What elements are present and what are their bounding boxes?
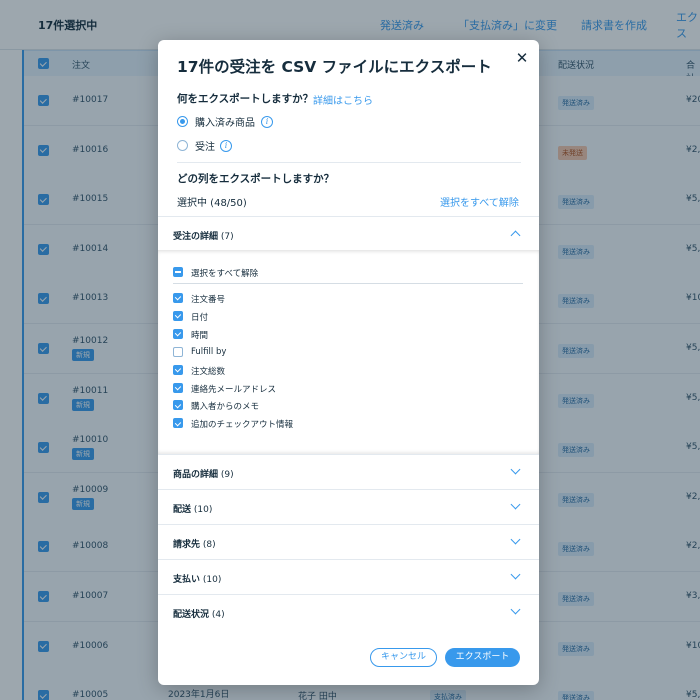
section-count: (10) [202,575,222,585]
section-count: (4) [211,610,225,620]
chevron-down-icon[interactable] [510,604,521,615]
section-label: 配送状況 (4) [173,607,225,620]
field-checkbox[interactable] [173,328,183,339]
section-title: 支払い [173,575,201,585]
section-title: 請求先 [173,540,201,550]
field-checkbox[interactable] [173,400,183,411]
field-checkbox[interactable] [173,346,183,357]
orders-page: 17件選択中 発送済み 「支払済み」に変更 請求書を作成 エクス 注文 配送状況… [0,0,700,700]
section-header[interactable]: 配送 (10) [158,489,539,524]
section-title: 商品の詳細 [173,470,219,480]
radio-purchased-items-label[interactable]: 購入済み商品 [195,114,255,129]
export-button[interactable]: エクスポート [445,648,520,667]
chevron-down-icon[interactable] [510,569,521,580]
field-label[interactable]: 注文総数 [191,365,225,377]
order-details-fields: 選択をすべて解除 注文番号日付時間 Fulfill by 注文総数連絡先メールアドレ… [158,250,539,454]
section-order-details-header[interactable]: 受注の詳細 (7) [158,216,539,251]
field-label[interactable]: 購入者からのメモ [191,400,259,412]
section-count: (10) [193,505,213,515]
export-csv-modal: 17件の受注を CSV ファイルにエクスポート ✕ 何をエクスポートしますか？ … [158,40,539,685]
section-header[interactable]: 支払い (10) [158,559,539,594]
section-label: 受注の詳細 (7) [173,229,234,242]
deselect-all-link[interactable]: 選択をすべて解除 [440,194,519,209]
field-label[interactable]: Fulfill by [191,347,226,357]
field-checkbox[interactable] [173,310,183,321]
section-header[interactable]: 請求先 (8) [158,524,539,559]
field-checkbox[interactable] [173,382,183,393]
radio-orders-label[interactable]: 受注 [195,138,215,153]
columns-question: どの列をエクスポートしますか？ [177,173,335,185]
divider [177,162,521,163]
section-label: 請求先 (8) [173,537,216,550]
chevron-down-icon[interactable] [510,464,521,475]
section-header[interactable]: 商品の詳細 (9) [158,454,539,489]
section-label: 商品の詳細 (9) [173,467,234,480]
section-label: 支払い (10) [173,572,221,585]
section-title: 受注の詳細 [173,232,219,242]
section-header[interactable]: 配送状況 (4) [158,594,539,629]
field-checkbox[interactable] [173,418,183,429]
section-count: (8) [202,540,216,550]
field-label[interactable]: 連絡先メールアドレス [191,383,276,395]
learn-more-link[interactable]: 詳細はこちら [313,92,373,107]
section-count: (9) [220,470,234,480]
close-icon[interactable]: ✕ [514,50,530,66]
section-label: 配送 (10) [173,502,212,515]
cancel-button[interactable]: キャンセル [370,648,437,667]
radio-purchased-items[interactable] [177,116,188,127]
field-checkbox[interactable] [173,293,183,303]
chevron-up-icon[interactable] [510,230,521,241]
chevron-down-icon[interactable] [510,499,521,510]
info-icon[interactable]: i [261,116,273,128]
export-type-question: 何をエクスポートしますか？ [177,93,314,105]
section-title: 配送 [173,505,192,515]
field-label[interactable]: 注文番号 [191,293,225,305]
selected-columns-count: 選択中 (48/50) [177,198,247,209]
section-count: (7) [220,232,234,242]
deselect-all-checkbox[interactable] [173,267,183,277]
modal-title: 17件の受注を CSV ファイルにエクスポート [177,58,492,76]
field-checkbox[interactable] [173,364,183,375]
section-title: 配送状況 [173,610,210,620]
chevron-down-icon[interactable] [510,534,521,545]
field-label[interactable]: 日付 [191,311,208,323]
field-label[interactable]: 時間 [191,329,208,341]
divider [173,283,523,284]
deselect-all-label[interactable]: 選択をすべて解除 [191,267,258,279]
radio-orders[interactable] [177,140,188,151]
info-icon[interactable]: i [220,140,232,152]
field-label[interactable]: 追加のチェックアウト情報 [191,418,293,430]
